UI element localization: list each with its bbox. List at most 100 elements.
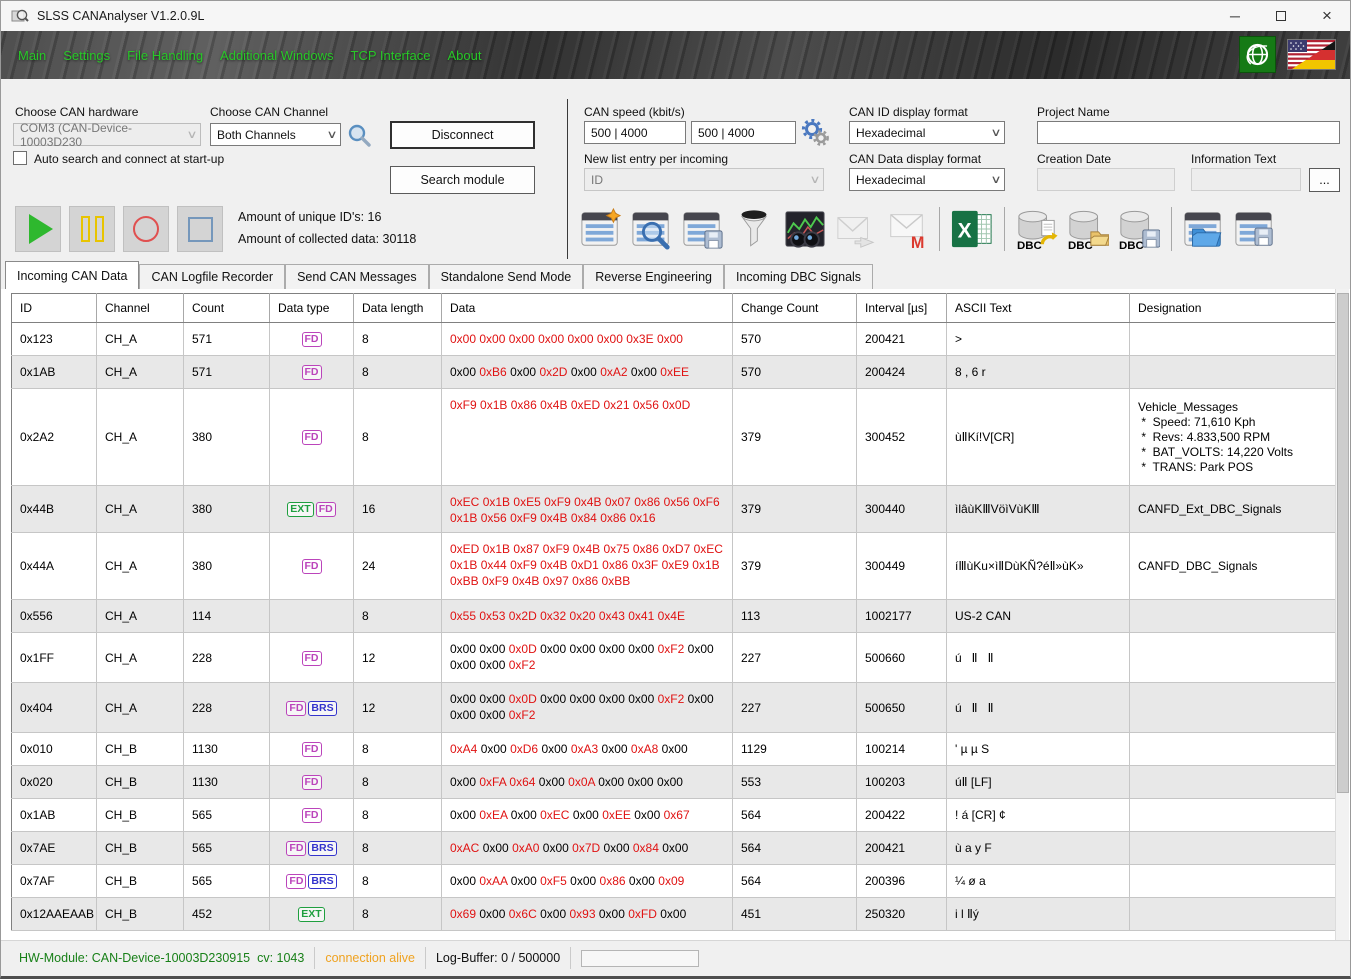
column-header-count[interactable]: Count <box>184 294 270 323</box>
cell-interval: 300449 <box>857 533 947 600</box>
cell-interval: 200422 <box>857 799 947 832</box>
auto-search-checkbox[interactable] <box>13 151 27 165</box>
cell-id: 0x2A2 <box>12 389 97 486</box>
project-save-icon[interactable] <box>1232 206 1278 252</box>
dbc-open-icon[interactable]: DBC <box>1065 206 1111 252</box>
column-header-designation[interactable]: Designation <box>1130 294 1338 323</box>
excel-export-icon[interactable]: X <box>949 206 995 252</box>
new-list-window-icon[interactable] <box>578 206 624 252</box>
disconnect-button[interactable]: Disconnect <box>390 121 535 149</box>
dbc-convert-icon[interactable]: DBC <box>1014 206 1060 252</box>
badge-fd: FD <box>286 874 306 889</box>
column-header-data-type[interactable]: Data type <box>270 294 354 323</box>
menu-about[interactable]: About <box>447 48 481 63</box>
data-format-select[interactable]: Hexadecimal∨ <box>849 168 1005 191</box>
tab-incoming-can-data[interactable]: Incoming CAN Data <box>5 261 139 289</box>
search-hardware-icon[interactable] <box>347 123 371 150</box>
cell-data: 0x55 0x53 0x2D 0x32 0x20 0x43 0x41 0x4E <box>442 600 733 633</box>
can-row-0x123[interactable]: 0x123CH_A571FD80x00 0x00 0x00 0x00 0x00 … <box>12 323 1338 356</box>
can-row-0x44A[interactable]: 0x44ACH_A380FD240xED 0x1B 0x87 0xF9 0x4B… <box>12 533 1338 600</box>
info-text-more-button[interactable]: ... <box>1309 168 1340 192</box>
scrollbar-thumb[interactable] <box>1337 293 1349 793</box>
gmail-icon[interactable]: M <box>884 206 930 252</box>
record-button[interactable] <box>123 206 169 252</box>
cell-data-length: 8 <box>354 600 442 633</box>
maximize-button[interactable] <box>1258 1 1304 31</box>
auto-search-label: Auto search and connect at start-up <box>34 152 224 166</box>
signal-analysis-icon[interactable] <box>782 206 828 252</box>
column-header-data-length[interactable]: Data length <box>354 294 442 323</box>
cell-change-count: 379 <box>733 533 857 600</box>
cell-channel: CH_A <box>97 389 184 486</box>
can-row-0x1AB[interactable]: 0x1ABCH_B565FD80x00 0xEA 0x00 0xEC 0x00 … <box>12 799 1338 832</box>
column-header-change-count[interactable]: Change Count <box>733 294 857 323</box>
cell-designation <box>1130 356 1338 389</box>
can-row-0x1FF[interactable]: 0x1FFCH_A228FD120x00 0x00 0x0D 0x00 0x00… <box>12 633 1338 683</box>
id-format-select[interactable]: Hexadecimal∨ <box>849 121 1005 144</box>
can-row-0x020[interactable]: 0x020CH_B1130FD80x00 0xFA 0x64 0x00 0x0A… <box>12 766 1338 799</box>
menu-tcp-interface[interactable]: TCP Interface <box>351 48 431 63</box>
cell-data-length: 12 <box>354 683 442 733</box>
channel-select[interactable]: Both Channels∨ <box>210 123 341 146</box>
badge-brs: BRS <box>308 701 336 716</box>
filter-icon[interactable] <box>731 206 777 252</box>
cell-data-type <box>270 600 354 633</box>
search-list-window-icon[interactable] <box>629 206 675 252</box>
badge-fd: FD <box>302 651 322 666</box>
project-open-icon[interactable] <box>1181 206 1227 252</box>
can-row-0x44B[interactable]: 0x44BCH_A380EXTFD160xEC 0x1B 0xE5 0xF9 0… <box>12 486 1338 533</box>
cell-interval: 200396 <box>857 865 947 898</box>
cell-count: 1130 <box>184 766 270 799</box>
play-button[interactable] <box>15 206 61 252</box>
panel-divider <box>567 99 568 259</box>
can-row-0x12AAEAAB[interactable]: 0x12AAEAABCH_B452EXT80x69 0x00 0x6C 0x00… <box>12 898 1338 931</box>
cell-ascii: ! á [CR] ¢ <box>947 799 1130 832</box>
cell-ascii: ú Ⅱ Ⅱ <box>947 633 1130 683</box>
can-row-0x1AB[interactable]: 0x1ABCH_A571FD80x00 0xB6 0x00 0x2D 0x00 … <box>12 356 1338 389</box>
can-speed-input-b[interactable] <box>691 121 796 144</box>
tab-incoming-dbc-signals[interactable]: Incoming DBC Signals <box>724 264 873 289</box>
info-text-input <box>1191 168 1301 191</box>
tab-send-can-messages[interactable]: Send CAN Messages <box>285 264 429 289</box>
menu-file-handling[interactable]: File Handling <box>127 48 203 63</box>
tab-standalone-send-mode[interactable]: Standalone Send Mode <box>429 264 584 289</box>
menu-additional-windows[interactable]: Additional Windows <box>220 48 333 63</box>
new-entry-label: New list entry per incoming <box>584 152 728 166</box>
column-header-channel[interactable]: Channel <box>97 294 184 323</box>
column-header-id[interactable]: ID <box>12 294 97 323</box>
cell-ascii: ú Ⅱ Ⅱ <box>947 683 1130 733</box>
language-globe-icon[interactable] <box>1239 36 1276 73</box>
cell-data: 0xF9 0x1B 0x86 0x4B 0xED 0x21 0x56 0x0D <box>442 389 733 486</box>
can-row-0x7AE[interactable]: 0x7AECH_B565FDBRS80xAC 0x00 0xA0 0x00 0x… <box>12 832 1338 865</box>
tab-reverse-engineering[interactable]: Reverse Engineering <box>583 264 724 289</box>
speed-settings-gear-icon[interactable] <box>800 119 830 150</box>
dbc-save-icon[interactable]: DBC <box>1116 206 1162 252</box>
can-row-0x7AF[interactable]: 0x7AFCH_B565FDBRS80x00 0xAA 0x00 0xF5 0x… <box>12 865 1338 898</box>
pause-button[interactable] <box>69 206 115 252</box>
collected-data-stat: Amount of collected data: 30118 <box>238 232 416 246</box>
project-name-input[interactable] <box>1037 121 1340 144</box>
can-row-0x2A2[interactable]: 0x2A2CH_A380FD80xF9 0x1B 0x86 0x4B 0xED … <box>12 389 1338 486</box>
cell-data-type: FD <box>270 766 354 799</box>
language-flag-us-de-icon[interactable] <box>1287 39 1336 70</box>
cell-count: 1130 <box>184 733 270 766</box>
column-header-data[interactable]: Data <box>442 294 733 323</box>
search-module-button[interactable]: Search module <box>390 166 535 194</box>
save-list-window-icon[interactable] <box>680 206 726 252</box>
can-row-0x404[interactable]: 0x404CH_A228FDBRS120x00 0x00 0x0D 0x00 0… <box>12 683 1338 733</box>
tab-can-logfile-recorder[interactable]: CAN Logfile Recorder <box>139 264 285 289</box>
column-header-interval-s-[interactable]: Interval [µs] <box>857 294 947 323</box>
cell-change-count: 570 <box>733 323 857 356</box>
column-header-ascii-text[interactable]: ASCII Text <box>947 294 1130 323</box>
can-speed-input-a[interactable] <box>584 121 686 144</box>
stop-button[interactable] <box>177 206 223 252</box>
can-row-0x556[interactable]: 0x556CH_A11480x55 0x53 0x2D 0x32 0x20 0x… <box>12 600 1338 633</box>
can-row-0x010[interactable]: 0x010CH_B1130FD80xA4 0x00 0xD6 0x00 0xA3… <box>12 733 1338 766</box>
menu-main[interactable]: Main <box>18 48 46 63</box>
minimize-button[interactable]: ─ <box>1212 1 1258 31</box>
vertical-scrollbar[interactable] <box>1335 289 1349 940</box>
cell-channel: CH_A <box>97 323 184 356</box>
close-button[interactable]: × <box>1304 1 1350 31</box>
cell-data-type: FD <box>270 356 354 389</box>
menu-settings[interactable]: Settings <box>63 48 110 63</box>
